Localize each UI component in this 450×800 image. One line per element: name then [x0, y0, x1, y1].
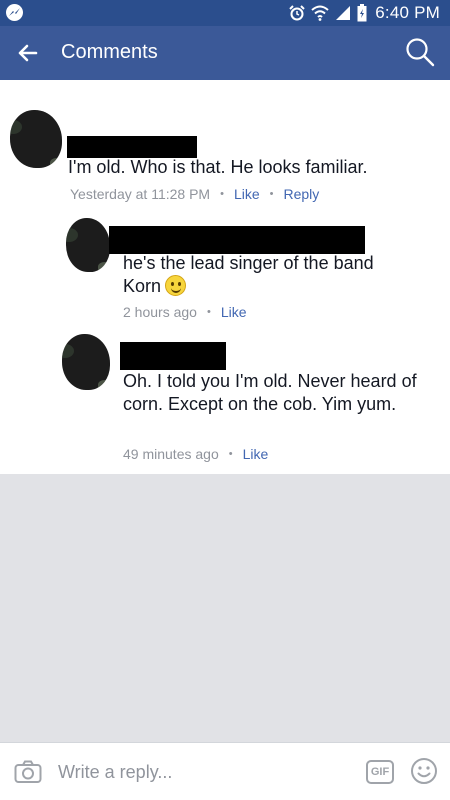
like-button[interactable]: Like — [234, 186, 260, 202]
comment-text: Oh. I told you I'm old. Never heard of c… — [123, 371, 417, 414]
like-button[interactable]: Like — [243, 446, 269, 462]
redacted-author-name[interactable] — [120, 342, 226, 370]
avatar[interactable] — [62, 334, 110, 390]
search-icon[interactable] — [404, 36, 436, 68]
smiley-emoji-icon — [165, 275, 187, 296]
comment-timestamp: 2 hours ago — [123, 304, 197, 320]
wifi-icon — [311, 5, 329, 21]
comment-meta: 49 minutes ago • Like — [123, 446, 269, 462]
status-bar: 6:40 PM — [0, 0, 450, 26]
like-button[interactable]: Like — [221, 304, 247, 320]
back-arrow-icon[interactable] — [12, 38, 42, 68]
comments-panel: I'm old. Who is that. He looks familiar.… — [0, 80, 450, 474]
battery-icon — [357, 4, 367, 22]
redacted-author-name[interactable] — [109, 226, 365, 254]
page-title: Comments — [61, 41, 158, 63]
redacted-author-name[interactable] — [67, 136, 197, 158]
comment-text: he's the lead singer of the band Korn — [123, 253, 374, 296]
comment-meta: 2 hours ago • Like — [123, 304, 247, 320]
comment-text: I'm old. Who is that. He looks familiar. — [68, 157, 368, 177]
avatar[interactable] — [66, 218, 110, 272]
gif-button[interactable]: GIF — [366, 760, 394, 784]
reply-input[interactable]: Write a reply... — [58, 762, 172, 783]
reply-button[interactable]: Reply — [284, 186, 320, 202]
avatar[interactable] — [10, 110, 62, 168]
alarm-icon — [289, 5, 305, 21]
emoji-picker-icon[interactable] — [410, 757, 438, 790]
clock-time: 6:40 PM — [375, 3, 440, 22]
app-bar: Comments — [0, 26, 450, 80]
comment-meta: Yesterday at 11:28 PM • Like • Reply — [70, 186, 320, 202]
comment-timestamp: 49 minutes ago — [123, 446, 219, 462]
comment-timestamp: Yesterday at 11:28 PM — [70, 186, 211, 202]
camera-icon[interactable] — [14, 760, 42, 789]
signal-icon — [336, 6, 351, 20]
reply-composer: Write a reply... GIF — [0, 742, 450, 800]
messenger-notification-icon — [6, 4, 23, 21]
